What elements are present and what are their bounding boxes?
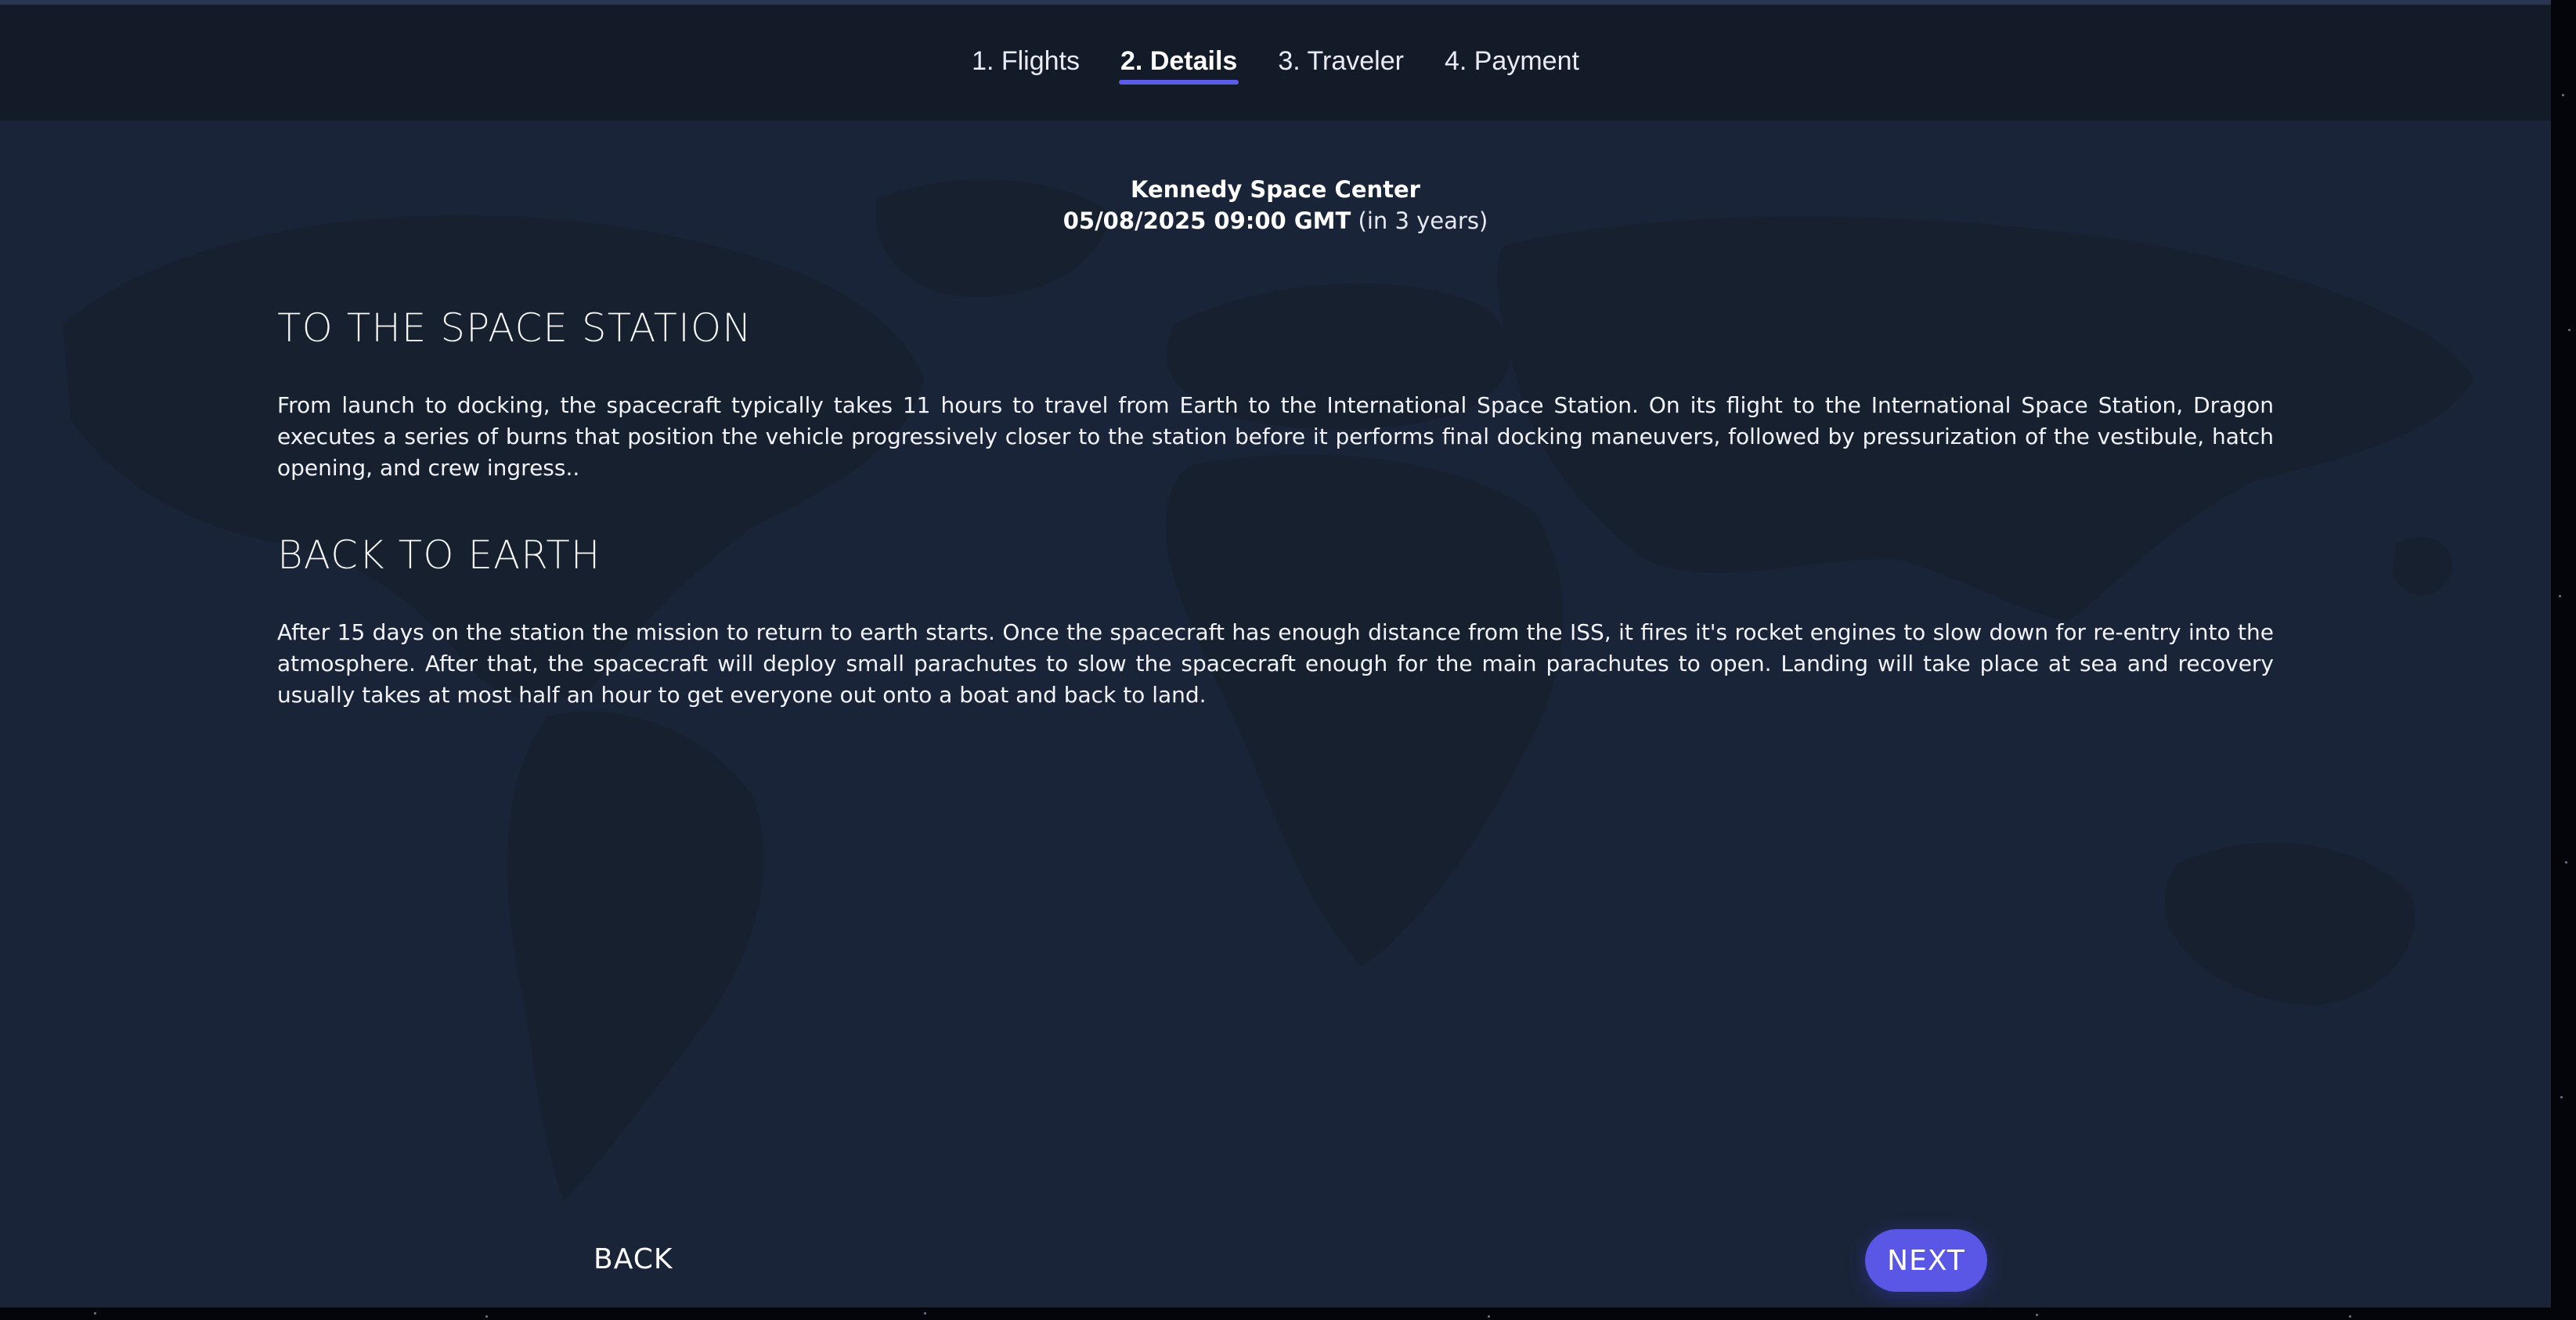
launch-info: Kennedy Space Center 05/08/2025 09:00 GM…	[0, 174, 2551, 236]
step-traveler[interactable]: 3. Traveler	[1276, 43, 1405, 83]
section-title-back-to-earth: BACK TO EARTH	[277, 532, 601, 578]
next-button[interactable]: NEXT	[1865, 1229, 1987, 1292]
launch-datetime: 05/08/2025 09:00 GMT	[1063, 207, 1351, 234]
step-payment[interactable]: 4. Payment	[1443, 43, 1581, 83]
booking-panel: 1. Flights 2. Details 3. Traveler 4. Pay…	[0, 0, 2551, 1307]
launch-datetime-line: 05/08/2025 09:00 GMT (in 3 years)	[0, 205, 2551, 236]
mission-details: TO THE SPACE STATION From launch to dock…	[277, 301, 2274, 755]
section-body-back-to-earth: After 15 days on the station the mission…	[277, 619, 2274, 708]
section-body-to-station: From launch to docking, the spacecraft t…	[277, 392, 2274, 481]
back-button[interactable]: BACK	[593, 1243, 673, 1275]
step-details[interactable]: 2. Details	[1119, 43, 1239, 85]
section-title-to-station: TO THE SPACE STATION	[277, 305, 752, 351]
launch-site: Kennedy Space Center	[1131, 176, 1420, 203]
step-navigation: 1. Flights 2. Details 3. Traveler 4. Pay…	[0, 5, 2551, 121]
step-flights[interactable]: 1. Flights	[970, 43, 1081, 83]
launch-relative-time: (in 3 years)	[1358, 207, 1488, 234]
